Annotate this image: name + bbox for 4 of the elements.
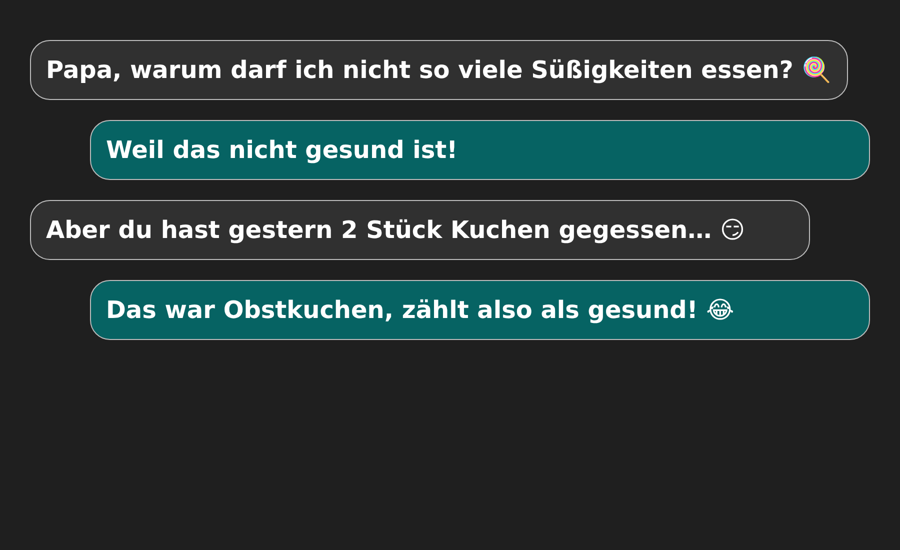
message-bubble: Aber du hast gestern 2 Stück Kuchen gegessen… 😏 [30,200,810,260]
message-bubble: Papa, warum darf ich nicht so viele Süßigkeiten essen? 🍭 [30,40,848,100]
message-bubble: Weil das nicht gesund ist! [90,120,870,180]
message-bubble: Das war Obstkuchen, zählt also als gesund! 😂 [90,280,870,340]
